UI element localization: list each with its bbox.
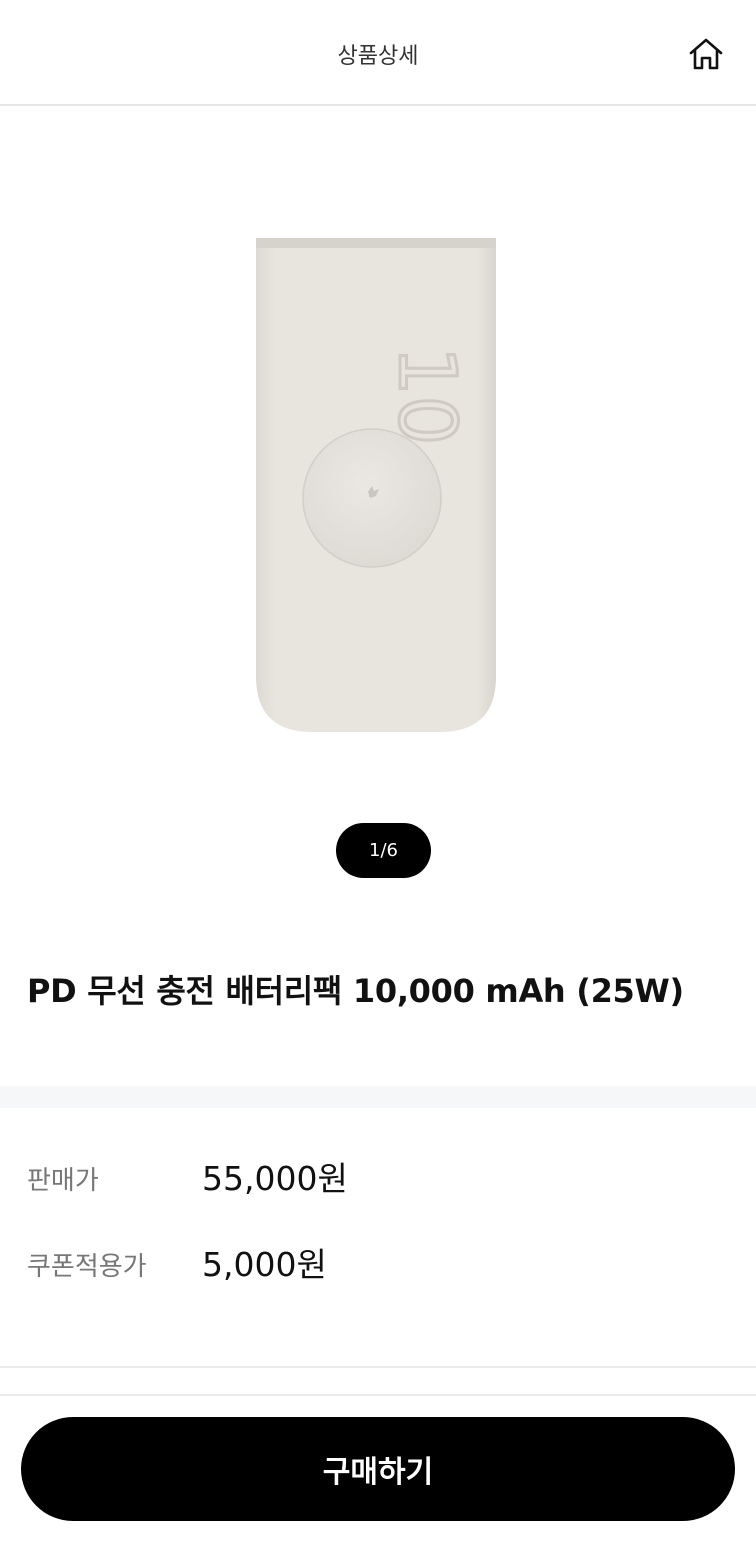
- coupon-price-value: 5,000원: [202, 1245, 327, 1284]
- sale-price-value: 55,000원: [202, 1159, 348, 1198]
- section-divider: [0, 1086, 756, 1108]
- home-button[interactable]: [686, 34, 726, 74]
- home-icon: [689, 38, 723, 70]
- image-pager-badge: 1/6: [336, 823, 431, 878]
- page-title: 상품상세: [337, 44, 419, 69]
- coupon-price-row: 쿠폰적용가 5,000원: [0, 1232, 756, 1292]
- app-header: 상품상세: [0, 0, 756, 106]
- coupon-price-label: 쿠폰적용가: [27, 1252, 147, 1282]
- divider: [0, 1366, 756, 1368]
- sale-price-row: 판매가 55,000원: [0, 1146, 756, 1206]
- sale-price-label: 판매가: [27, 1166, 99, 1196]
- divider: [0, 1394, 756, 1396]
- product-title: PD 무선 충전 배터리팩 10,000 mAh (25W): [27, 972, 684, 1010]
- product-image-gallery[interactable]: 10 1/6: [0, 108, 756, 908]
- product-image: 10: [250, 236, 502, 736]
- buy-button[interactable]: 구매하기: [21, 1417, 735, 1521]
- product-print-10: 10: [381, 346, 471, 445]
